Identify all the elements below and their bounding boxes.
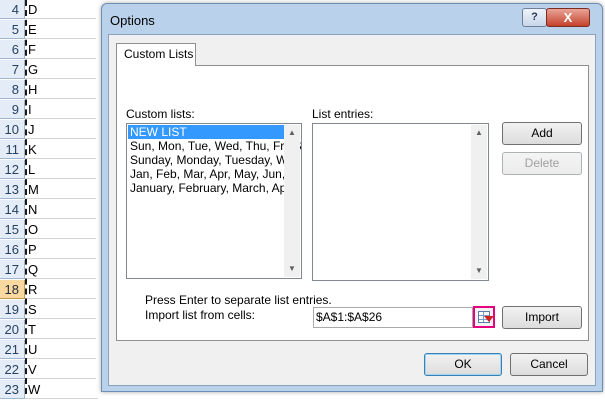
- sheet-row[interactable]: 12 L: [0, 160, 98, 180]
- sheet-row[interactable]: 13 M: [0, 180, 98, 200]
- custom-lists-listbox[interactable]: NEW LIST Sun, Mon, Tue, Wed, Thu, Fri, S…: [126, 123, 302, 279]
- sheet-cell[interactable]: O: [25, 220, 98, 239]
- row-header[interactable]: 22: [0, 360, 25, 379]
- row-header[interactable]: 19: [0, 300, 25, 319]
- sheet-cell[interactable]: V: [25, 360, 98, 379]
- import-label: Import list from cells:: [145, 308, 256, 322]
- sheet-row[interactable]: 20 T: [0, 320, 98, 340]
- title-bar[interactable]: Options ? X: [102, 4, 602, 34]
- sheet-cell[interactable]: K: [25, 140, 98, 159]
- sheet-row[interactable]: 8H: [0, 80, 98, 100]
- arrow-down-icon: [484, 316, 494, 322]
- ok-button[interactable]: OK: [424, 353, 502, 376]
- sheet-cell[interactable]: R: [25, 280, 98, 299]
- custom-list-item[interactable]: January, February, March, April: [128, 181, 296, 195]
- row-header[interactable]: 14: [0, 200, 25, 219]
- sheet-row[interactable]: 19 S: [0, 300, 98, 320]
- sheet-row[interactable]: 4D: [0, 0, 98, 20]
- dialog-body: Custom Lists Custom lists: List entries:…: [108, 34, 596, 386]
- scroll-up-icon[interactable]: ▲: [471, 125, 487, 141]
- list-entries-scrollbar[interactable]: ▲ ▼: [471, 125, 487, 279]
- sheet-row[interactable]: 17 Q: [0, 260, 98, 280]
- row-header[interactable]: 23: [0, 380, 25, 399]
- sheet-cell[interactable]: H: [25, 80, 98, 99]
- row-header[interactable]: 10: [0, 120, 25, 139]
- row-header[interactable]: 5: [0, 20, 25, 39]
- scroll-up-icon[interactable]: ▲: [284, 125, 300, 141]
- custom-lists-label: Custom lists:: [126, 107, 195, 121]
- row-header[interactable]: 4: [0, 0, 25, 19]
- close-button[interactable]: X: [546, 8, 590, 27]
- sheet-row[interactable]: 6F: [0, 40, 98, 60]
- list-entries-label: List entries:: [312, 107, 374, 121]
- sheet-cell[interactable]: M: [25, 180, 98, 199]
- sheet-cell[interactable]: Q: [25, 260, 98, 279]
- sheet-cell[interactable]: L: [25, 160, 98, 179]
- delete-button[interactable]: Delete: [502, 152, 582, 175]
- row-header[interactable]: 9: [0, 100, 25, 119]
- cancel-button[interactable]: Cancel: [510, 353, 588, 376]
- import-button[interactable]: Import: [502, 306, 582, 329]
- row-header[interactable]: 8: [0, 80, 25, 99]
- sheet-cell[interactable]: J: [25, 120, 98, 139]
- sheet-row[interactable]: 10 J: [0, 120, 98, 140]
- sheet-cell[interactable]: N: [25, 200, 98, 219]
- options-dialog: Options ? X Custom Lists Custom lists: L…: [101, 3, 603, 392]
- sheet-row[interactable]: 23 W: [0, 380, 98, 400]
- row-header[interactable]: 6: [0, 40, 25, 59]
- row-header[interactable]: 15: [0, 220, 25, 239]
- sheet-row[interactable]: 21 U: [0, 340, 98, 360]
- sheet-row[interactable]: 9I: [0, 100, 98, 120]
- import-range-input[interactable]: $A$1:$A$26: [313, 307, 473, 328]
- add-button[interactable]: Add: [502, 122, 582, 145]
- separator-hint: Press Enter to separate list entries.: [145, 293, 332, 307]
- scroll-down-icon[interactable]: ▼: [284, 261, 300, 277]
- sheet-row[interactable]: 7G: [0, 60, 98, 80]
- dialog-title: Options: [110, 13, 155, 28]
- row-header[interactable]: 16: [0, 240, 25, 259]
- row-header[interactable]: 17: [0, 260, 25, 279]
- tab-panel: Custom lists: List entries: NEW LIST Sun…: [116, 65, 589, 341]
- sheet-row[interactable]: 11 K: [0, 140, 98, 160]
- row-header[interactable]: 11: [0, 140, 25, 159]
- tab-custom-lists[interactable]: Custom Lists: [116, 43, 196, 66]
- sheet-cell[interactable]: W: [25, 380, 98, 399]
- sheet-row[interactable]: 22 V: [0, 360, 98, 380]
- custom-list-item[interactable]: Jan, Feb, Mar, Apr, May, Jun, J: [128, 167, 295, 181]
- custom-list-item[interactable]: NEW LIST: [128, 125, 285, 139]
- sheet-cell[interactable]: U: [25, 340, 98, 359]
- copy-marquee: [25, 0, 28, 394]
- row-header[interactable]: 13: [0, 180, 25, 199]
- list-entries-textarea[interactable]: ▲ ▼: [312, 123, 489, 281]
- row-header[interactable]: 21: [0, 340, 25, 359]
- sheet-cell[interactable]: I: [25, 100, 98, 119]
- custom-list-item[interactable]: Sunday, Monday, Tuesday, Wed: [128, 153, 301, 167]
- custom-list-item[interactable]: Sun, Mon, Tue, Wed, Thu, Fri, S: [128, 139, 301, 153]
- collapse-dialog-button[interactable]: [473, 306, 495, 328]
- sheet-cell[interactable]: F: [25, 40, 98, 59]
- sheet-cell[interactable]: P: [25, 240, 98, 259]
- sheet-cell[interactable]: D: [25, 0, 98, 19]
- sheet-row[interactable]: 14 N: [0, 200, 98, 220]
- sheet-cell[interactable]: T: [25, 320, 98, 339]
- custom-lists-scrollbar[interactable]: ▲ ▼: [284, 125, 300, 277]
- sheet-cell[interactable]: E: [25, 20, 98, 39]
- sheet-row[interactable]: 16 P: [0, 240, 98, 260]
- sheet-row[interactable]: 18 R: [0, 280, 98, 300]
- sheet-cell[interactable]: S: [25, 300, 98, 319]
- sheet-row[interactable]: 5E: [0, 20, 98, 40]
- row-header[interactable]: 20: [0, 320, 25, 339]
- scroll-down-icon[interactable]: ▼: [471, 263, 487, 279]
- row-header[interactable]: 18: [0, 280, 25, 299]
- help-button[interactable]: ?: [522, 8, 547, 27]
- sheet-cell[interactable]: G: [25, 60, 98, 79]
- row-header[interactable]: 7: [0, 60, 25, 79]
- sheet-row[interactable]: 15 O: [0, 220, 98, 240]
- row-header[interactable]: 12: [0, 160, 25, 179]
